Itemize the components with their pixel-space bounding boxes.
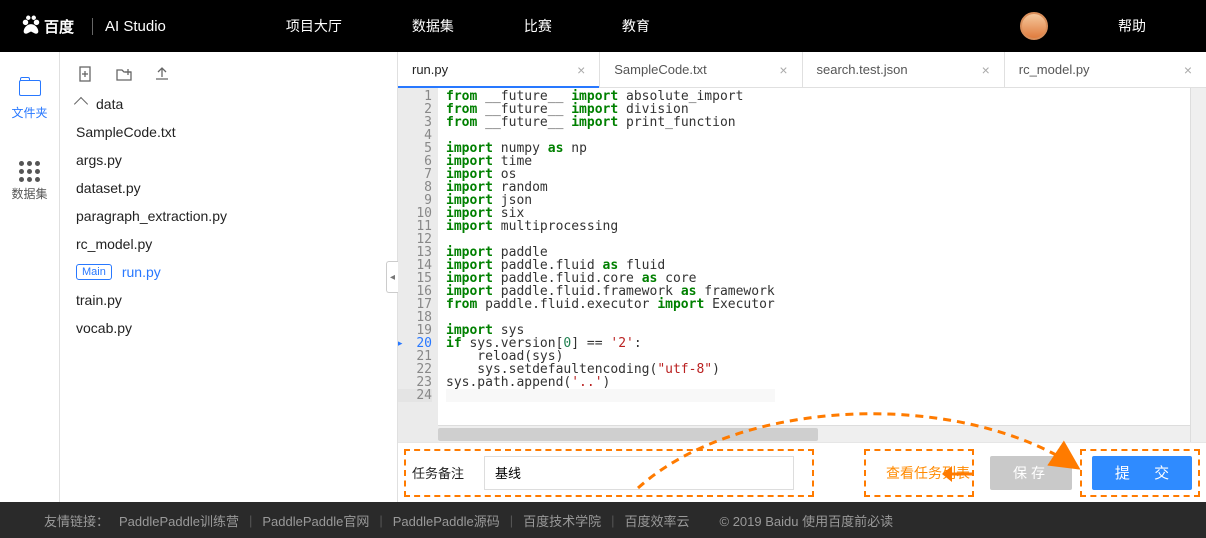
main-badge: Main [76,264,112,280]
close-icon[interactable]: × [1184,62,1192,78]
editor-tabs: run.py× SampleCode.txt× search.test.json… [398,52,1206,88]
remark-input[interactable] [484,456,794,490]
file-item[interactable]: paragraph_extraction.py [74,208,366,224]
footer-label: 友情链接： [44,511,109,530]
footer-link[interactable]: 百度效率云 [625,511,690,530]
file-item-main[interactable]: Main run.py [74,264,366,280]
folder-data[interactable]: data [74,96,366,112]
new-folder-icon[interactable] [116,66,132,82]
dataset-icon [19,161,39,179]
nav-competition[interactable]: 比赛 [524,16,552,36]
nav-help[interactable]: 帮助 [1118,16,1146,36]
code-area[interactable]: 123456789101112131415161718192021222324 … [398,88,1206,442]
nav-dataset[interactable]: 数据集 [412,16,454,36]
rail-files[interactable]: 文件夹 [11,80,47,121]
folder-label: data [96,96,123,112]
ai-studio-label: AI Studio [92,18,166,35]
v-scrollbar[interactable] [1190,88,1206,442]
explorer-toolbar [74,62,366,92]
gutter: 123456789101112131415161718192021222324 [398,88,438,442]
footer-link[interactable]: PaddlePaddle源码 [393,511,500,530]
remark-label: 任务备注 [412,463,464,482]
view-tasks-link[interactable]: 查看任务列表 [886,463,970,483]
close-icon[interactable]: × [982,62,990,78]
collapse-handle-icon[interactable]: ◂ [386,261,398,293]
save-button[interactable]: 保存 [990,456,1072,490]
submit-button[interactable]: 提 交 [1092,456,1192,490]
tab-rc-model[interactable]: rc_model.py× [1005,52,1206,87]
file-item[interactable]: args.py [74,152,366,168]
editor: run.py× SampleCode.txt× search.test.json… [398,52,1206,502]
upload-icon[interactable] [154,66,170,82]
left-rail: 文件夹 数据集 [0,52,60,502]
nav-project-hall[interactable]: 项目大厅 [286,16,342,36]
rail-files-label: 文件夹 [11,104,47,121]
rail-dataset-label: 数据集 [11,185,47,202]
tab-run-py[interactable]: run.py× [398,52,600,87]
tab-samplecode[interactable]: SampleCode.txt× [600,52,802,87]
h-scrollbar[interactable] [438,425,1190,442]
close-icon[interactable]: × [779,62,787,78]
baidu-logo: 百度 [20,15,74,37]
file-item[interactable]: train.py [74,292,366,308]
chevron-down-icon [74,97,88,111]
logo[interactable]: 百度 AI Studio [20,15,166,37]
pane-divider[interactable]: ◂ [380,52,398,502]
nav-education[interactable]: 教育 [622,16,650,36]
new-file-icon[interactable] [78,66,94,82]
paw-icon [20,15,42,37]
rail-dataset[interactable]: 数据集 [11,161,47,202]
file-explorer: data SampleCode.txt args.py dataset.py p… [60,52,380,502]
file-item[interactable]: dataset.py [74,180,366,196]
tab-search-json[interactable]: search.test.json× [803,52,1005,87]
file-item[interactable]: vocab.py [74,320,366,336]
source[interactable]: from __future__ import absolute_importfr… [438,88,775,442]
footer: 友情链接： PaddlePaddle训练营| PaddlePaddle官网| P… [0,502,1206,538]
top-nav: 百度 AI Studio 项目大厅 数据集 比赛 教育 帮助 [0,0,1206,52]
file-item[interactable]: rc_model.py [74,236,366,252]
scrollbar-thumb[interactable] [438,428,818,441]
footer-link[interactable]: PaddlePaddle官网 [262,511,369,530]
footer-copyright: © 2019 Baidu 使用百度前必读 [720,511,894,530]
avatar[interactable] [1020,12,1048,40]
main-file-label: run.py [122,264,161,280]
file-item[interactable]: SampleCode.txt [74,124,366,140]
footer-link[interactable]: PaddlePaddle训练营 [119,511,239,530]
footer-link[interactable]: 百度技术学院 [523,511,601,530]
action-bar: 任务备注 查看任务列表 保存 提 交 [398,442,1206,502]
close-icon[interactable]: × [577,62,585,78]
folder-icon [19,80,41,96]
